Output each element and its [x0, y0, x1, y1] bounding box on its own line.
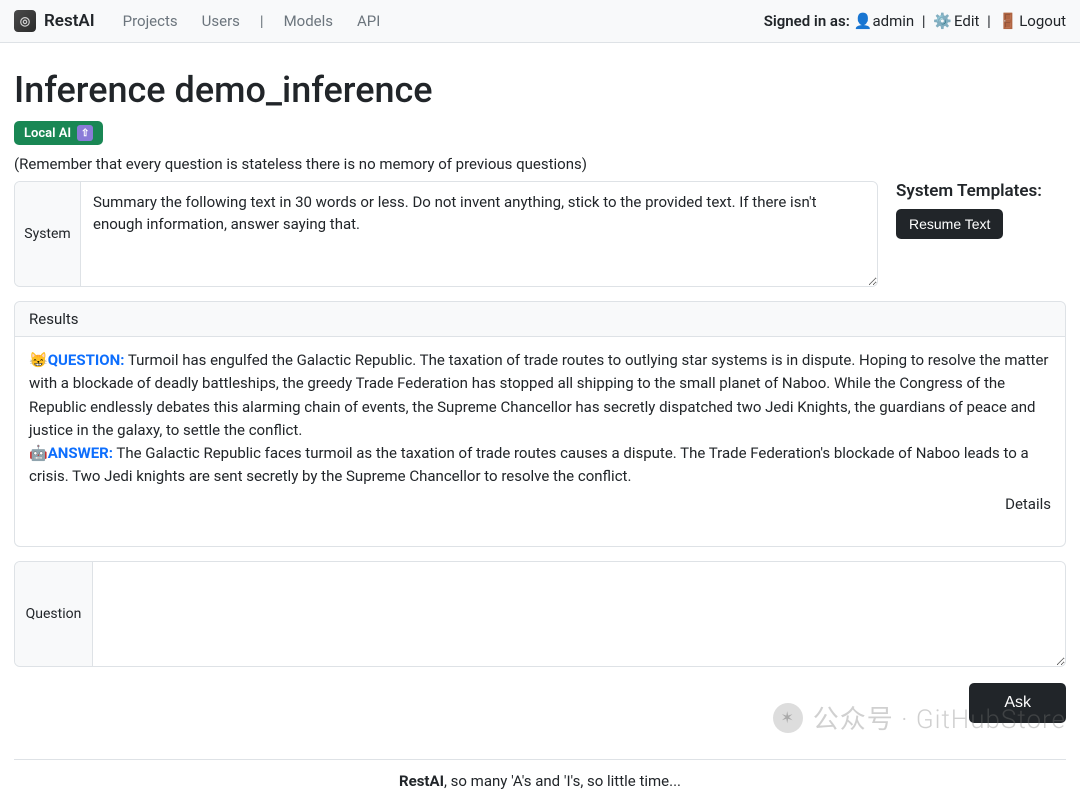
template-resume-text-button[interactable]: Resume Text: [896, 209, 1003, 239]
nav-link-api[interactable]: API: [347, 8, 390, 34]
nav-right: Signed in as: 👤admin | ⚙️Edit | 🚪Logout: [764, 12, 1066, 30]
footer-brand: RestAI: [399, 772, 444, 790]
page-title: Inference demo_inference: [14, 69, 1066, 111]
results-header: Results: [15, 302, 1065, 337]
edit-label: Edit: [954, 12, 979, 30]
question-emoji-icon: 😸: [29, 351, 48, 369]
nav-sep: |: [918, 12, 929, 30]
nav-link-projects[interactable]: Projects: [113, 8, 188, 34]
footer-divider: [14, 759, 1066, 760]
system-label: System: [15, 182, 81, 286]
stateless-hint: (Remember that every question is statele…: [14, 155, 1066, 173]
results-body: 😸QUESTION: Turmoil has engulfed the Gala…: [15, 337, 1065, 546]
nav-links: Projects Users | Models API: [113, 8, 391, 34]
nav-link-models[interactable]: Models: [274, 8, 343, 34]
answer-emoji-icon: 🤖: [29, 444, 48, 462]
badge-label: Local AI: [24, 126, 71, 141]
system-panel: System: [14, 181, 878, 287]
question-textarea[interactable]: [93, 562, 1065, 666]
nav-link-users[interactable]: Users: [192, 8, 250, 34]
user-icon: 👤: [854, 12, 873, 30]
user-name: admin: [872, 12, 914, 30]
gear-icon: ⚙️: [933, 12, 952, 30]
door-icon: 🚪: [999, 12, 1018, 30]
logout-label: Logout: [1019, 12, 1066, 30]
edit-link[interactable]: ⚙️Edit: [933, 12, 979, 30]
navbar: ◎ RestAI Projects Users | Models API Sig…: [0, 0, 1080, 43]
nav-separator: |: [254, 12, 270, 30]
details-link[interactable]: Details: [1005, 493, 1051, 516]
system-textarea[interactable]: [81, 182, 877, 286]
question-label: QUESTION:: [48, 351, 125, 369]
footer: RestAI, so many 'A's and 'I's, so little…: [14, 772, 1066, 800]
nav-sep: |: [983, 12, 994, 30]
templates-heading: System Templates:: [896, 181, 1066, 201]
ask-button[interactable]: Ask: [969, 683, 1066, 723]
footer-tagline: , so many 'A's and 'I's, so little time.…: [444, 772, 681, 790]
brand-icon: ◎: [14, 10, 36, 32]
answer-text: The Galactic Republic faces turmoil as t…: [29, 444, 1029, 485]
question-text: Turmoil has engulfed the Galactic Republ…: [29, 351, 1049, 439]
signed-in-label: Signed in as:: [764, 12, 850, 30]
brand-name: RestAI: [44, 11, 95, 31]
logout-link[interactable]: 🚪Logout: [999, 12, 1066, 30]
question-panel: Question: [14, 561, 1066, 667]
local-ai-badge: Local AI ⇧: [14, 121, 103, 145]
user-chip[interactable]: 👤admin: [854, 12, 914, 30]
badge-icon: ⇧: [77, 125, 93, 141]
results-card: Results 😸QUESTION: Turmoil has engulfed …: [14, 301, 1066, 547]
brand[interactable]: ◎ RestAI: [14, 10, 95, 32]
answer-label: ANSWER:: [48, 444, 113, 462]
question-label-cell: Question: [15, 562, 93, 666]
